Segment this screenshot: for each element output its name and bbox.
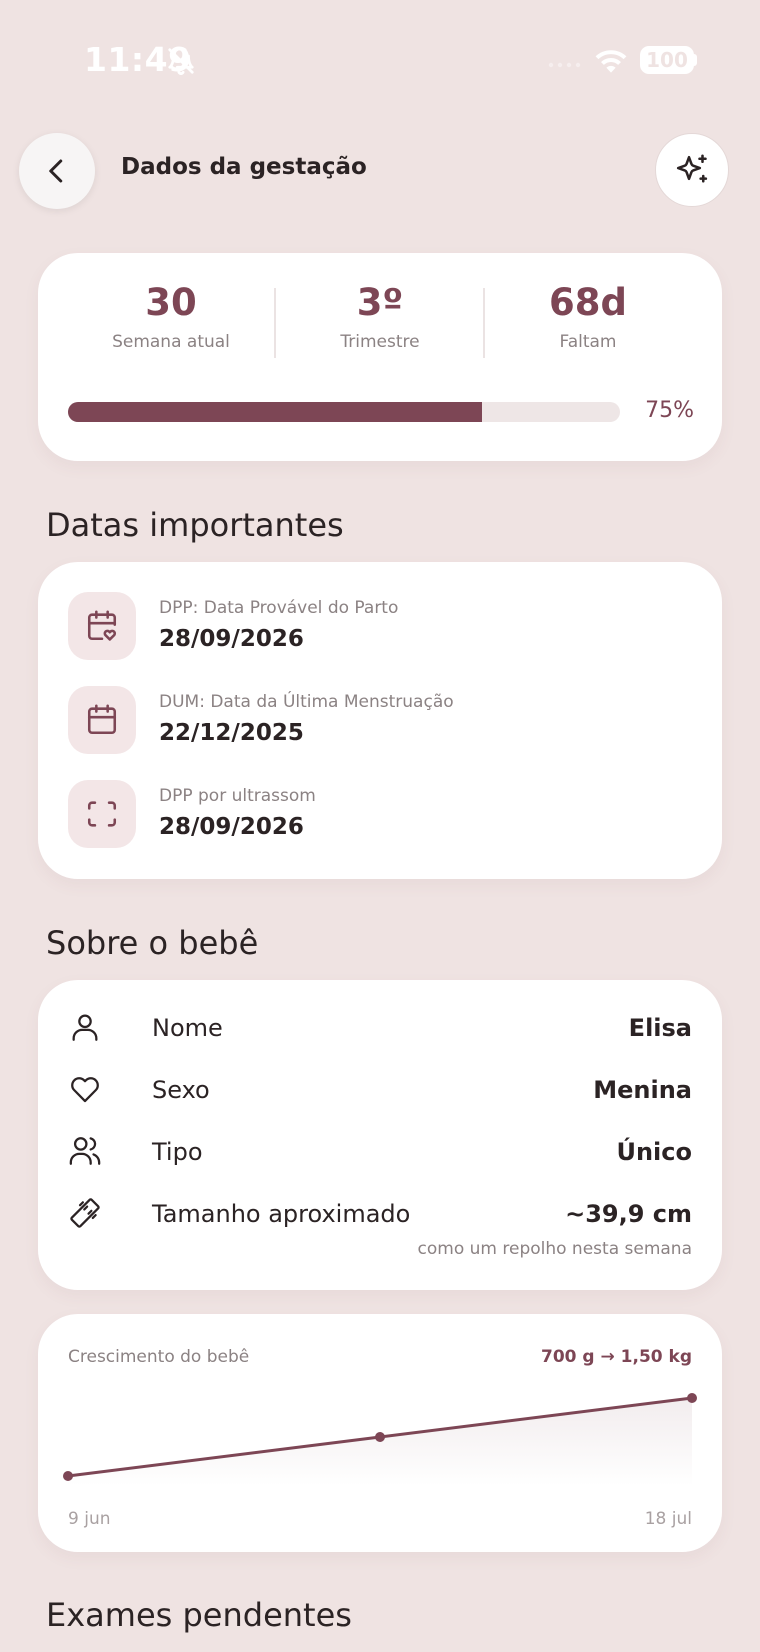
- date-icon-box: [68, 686, 136, 754]
- date-value: 28/09/2026: [159, 626, 304, 652]
- section-title-important-dates: Datas importantes: [46, 506, 344, 544]
- stat-divider: [274, 288, 276, 358]
- date-row-dpp: DPP: Data Provável do Parto 28/09/2026: [68, 592, 688, 662]
- section-title-about-baby: Sobre o bebê: [46, 924, 259, 962]
- date-label: DPP por ultrassom: [159, 786, 316, 806]
- important-dates-card: DPP: Data Provável do Parto 28/09/2026 D…: [38, 562, 722, 879]
- progress-percent: 75%: [645, 398, 694, 423]
- wifi-icon: [595, 50, 627, 73]
- x-axis-end-label: 18 jul: [644, 1509, 692, 1529]
- info-row-name: Nome Elisa: [68, 1008, 692, 1048]
- info-value: Elisa: [628, 1014, 692, 1042]
- date-label: DPP: Data Provável do Parto: [159, 598, 399, 618]
- chevron-left-icon: [49, 159, 63, 183]
- stat-value: 30: [145, 281, 197, 324]
- bell-slash-icon: [168, 47, 194, 75]
- about-baby-card: Nome Elisa Sexo Menina Tipo Único Tamanh…: [38, 980, 722, 1290]
- info-value: Menina: [593, 1076, 692, 1104]
- stat-label: Faltam: [559, 331, 617, 352]
- info-row-size: Tamanho aproximado ~39,9 cm: [68, 1194, 692, 1234]
- baby-growth-card: Crescimento do bebê 700 g → 1,50 kg 9 ju…: [38, 1314, 722, 1552]
- stat-current-week: 30 Semana atual: [71, 281, 271, 352]
- stat-label: Trimestre: [340, 331, 420, 352]
- date-icon-box: [68, 592, 136, 660]
- stat-trimester: 3º Trimestre: [280, 281, 480, 352]
- user-icon: [72, 1014, 98, 1041]
- date-label: DUM: Data da Última Menstruação: [159, 692, 454, 712]
- section-title-pending-exams: Exames pendentes: [46, 1596, 352, 1634]
- users-icon: [69, 1137, 101, 1165]
- x-axis-start-label: 9 jun: [68, 1509, 111, 1529]
- scan-icon: [87, 801, 117, 827]
- info-label: Tamanho aproximado: [152, 1200, 411, 1228]
- chart-point-0: [63, 1471, 73, 1481]
- heart-icon: [71, 1077, 99, 1103]
- info-value: ~39,9 cm: [565, 1200, 692, 1228]
- status-bar: 11:49 100: [0, 0, 760, 120]
- chart-point-1: [375, 1432, 385, 1442]
- back-button[interactable]: [19, 133, 95, 209]
- info-value: Único: [616, 1138, 692, 1166]
- stat-days-remaining: 68d Faltam: [488, 281, 688, 352]
- stat-value: 3º: [356, 281, 404, 324]
- ruler-icon: [70, 1198, 100, 1228]
- pregnancy-summary-card: 30 Semana atual 3º Trimestre 68d Faltam …: [38, 253, 722, 461]
- info-label: Tipo: [152, 1138, 203, 1166]
- stat-value: 68d: [549, 281, 627, 324]
- date-icon-box: [68, 780, 136, 848]
- calendar-icon: [87, 704, 117, 735]
- chart-point-2: [687, 1393, 697, 1403]
- progress-fill: [68, 402, 482, 422]
- stat-label: Semana atual: [112, 331, 230, 352]
- info-label: Nome: [152, 1014, 223, 1042]
- date-value: 28/09/2026: [159, 814, 304, 840]
- pregnancy-progress-bar: [68, 402, 620, 422]
- info-row-type: Tipo Único: [68, 1132, 692, 1172]
- ai-assistant-button[interactable]: [655, 133, 729, 207]
- info-label: Sexo: [152, 1076, 210, 1104]
- battery-icon: 100: [640, 46, 694, 74]
- cellular-signal-icon: [548, 62, 581, 68]
- battery-tip: [693, 54, 697, 66]
- growth-line-chart: [63, 1393, 697, 1486]
- stat-divider: [483, 288, 485, 358]
- info-row-sex: Sexo Menina: [68, 1070, 692, 1110]
- date-row-ultrasound: DPP por ultrassom 28/09/2026: [68, 780, 688, 850]
- size-comparison-note: como um repolho nesta semana: [417, 1239, 692, 1259]
- calendar-heart-icon: [87, 610, 117, 641]
- date-row-dum: DUM: Data da Última Menstruação 22/12/20…: [68, 686, 688, 756]
- date-value: 22/12/2025: [159, 720, 304, 746]
- page-title: Dados da gestação: [121, 154, 367, 180]
- sparkles-icon: [676, 154, 708, 183]
